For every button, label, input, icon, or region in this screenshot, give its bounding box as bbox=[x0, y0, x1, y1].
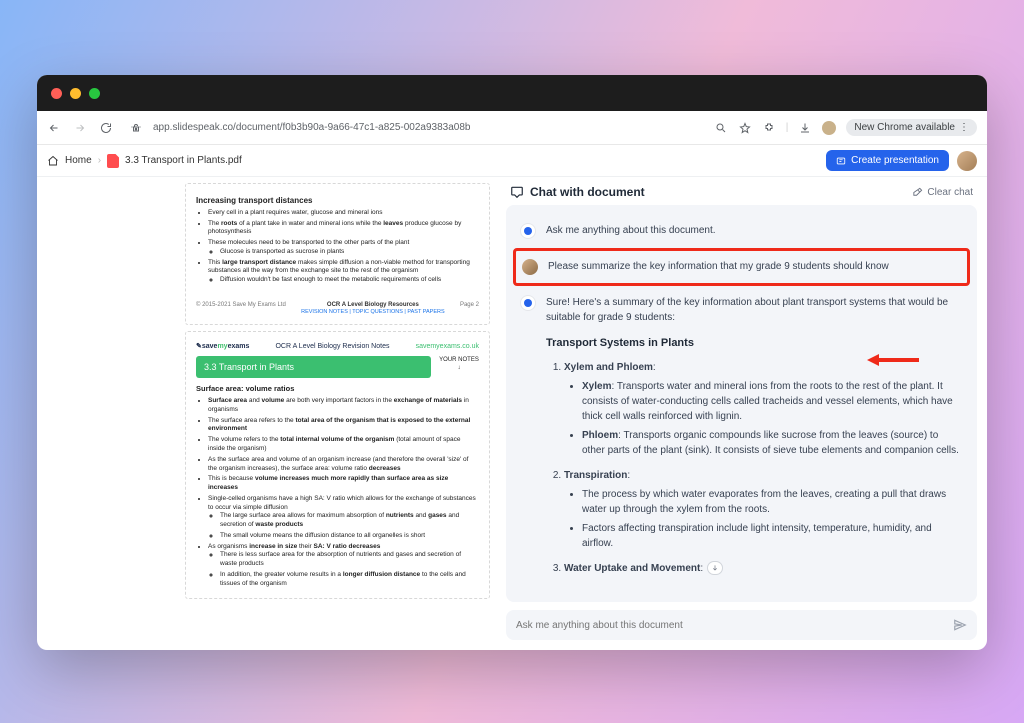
browser-window: app.slidespeak.co/document/f0b3b90a-9a66… bbox=[37, 75, 987, 650]
download-icon[interactable] bbox=[798, 121, 812, 135]
doc-site-link: savemyexams.co.uk bbox=[416, 342, 479, 351]
user-avatar-icon bbox=[522, 259, 538, 275]
content-area: Increasing transport distances Every cel… bbox=[37, 177, 987, 650]
bookmark-icon[interactable] bbox=[738, 121, 752, 135]
document-preview-column[interactable]: Increasing transport distances Every cel… bbox=[185, 177, 490, 640]
doc-text: Single-celled organisms have a high SA: … bbox=[208, 495, 479, 541]
message-text: Sure! Here's a summary of the key inform… bbox=[546, 295, 963, 584]
doc-section-banner: 3.3 Transport in Plants bbox=[196, 356, 431, 378]
eraser-icon bbox=[912, 187, 923, 198]
response-heading: Transport Systems in Plants bbox=[546, 335, 963, 352]
doc-text: The surface area refers to the total are… bbox=[208, 417, 479, 435]
doc-text: Diffusion wouldn't be fast enough to mee… bbox=[220, 276, 479, 285]
user-message-highlighted: Please summarize the key information tha… bbox=[514, 249, 969, 285]
doc-page: Increasing transport distances Every cel… bbox=[185, 183, 490, 325]
extensions-icon[interactable] bbox=[762, 121, 776, 135]
minimize-window-icon[interactable] bbox=[70, 88, 81, 99]
pdf-file-icon bbox=[107, 154, 119, 168]
reload-icon[interactable] bbox=[99, 121, 113, 135]
doc-text: The volume refers to the total internal … bbox=[208, 436, 479, 454]
send-icon[interactable] bbox=[953, 618, 967, 632]
chat-column: Chat with document Clear chat Ask me any… bbox=[506, 177, 977, 640]
doc-subtitle: OCR A Level Biology Revision Notes bbox=[275, 342, 389, 351]
chat-input-row bbox=[506, 610, 977, 640]
doc-text: These molecules need to be transported t… bbox=[208, 239, 479, 257]
doc-text: This is because volume increases much mo… bbox=[208, 475, 479, 493]
doc-footer-left: © 2015-2021 Save My Exams Ltd bbox=[196, 301, 286, 309]
doc-text: Every cell in a plant requires water, gl… bbox=[208, 209, 479, 218]
doc-text: In addition, the greater volume results … bbox=[220, 571, 479, 589]
breadcrumb-file[interactable]: 3.3 Transport in Plants.pdf bbox=[125, 155, 242, 166]
create-presentation-label: Create presentation bbox=[851, 155, 939, 166]
list-item: Xylem and Phloem: Xylem: Transports wate… bbox=[564, 360, 963, 458]
doc-text: Surface area and volume are both very im… bbox=[208, 397, 479, 415]
doc-text: As organisms increase in size their SA: … bbox=[208, 543, 479, 589]
ai-avatar-icon bbox=[520, 223, 536, 239]
list-item: The process by which water evaporates fr… bbox=[582, 487, 963, 517]
message-text: Please summarize the key information tha… bbox=[548, 259, 961, 275]
chevron-right-icon: › bbox=[98, 155, 101, 166]
site-info-icon[interactable] bbox=[129, 121, 143, 135]
doc-footer-right: Page 2 bbox=[460, 301, 479, 309]
doc-text: The roots of a plant take in water and m… bbox=[208, 220, 479, 238]
ai-message: Sure! Here's a summary of the key inform… bbox=[520, 287, 963, 592]
scroll-down-button[interactable] bbox=[707, 561, 723, 575]
doc-page: ✎savemyexams OCR A Level Biology Revisio… bbox=[185, 331, 490, 599]
user-avatar[interactable] bbox=[957, 151, 977, 171]
doc-text: This large transport distance makes simp… bbox=[208, 259, 479, 285]
chrome-update-badge[interactable]: New Chrome available ⋮ bbox=[846, 119, 977, 136]
doc-brand: ✎savemyexams bbox=[196, 342, 249, 351]
titlebar bbox=[37, 75, 987, 111]
home-icon[interactable] bbox=[47, 155, 59, 167]
list-item: Xylem: Transports water and mineral ions… bbox=[582, 379, 963, 424]
kebab-menu-icon: ⋮ bbox=[959, 122, 969, 133]
zoom-icon[interactable] bbox=[714, 121, 728, 135]
chat-title: Chat with document bbox=[510, 185, 645, 199]
maximize-window-icon[interactable] bbox=[89, 88, 100, 99]
list-item: Transpiration: The process by which wate… bbox=[564, 468, 963, 551]
annotation-arrow-icon bbox=[867, 354, 919, 366]
chrome-update-label: New Chrome available bbox=[854, 122, 955, 133]
doc-heading: Increasing transport distances bbox=[196, 196, 479, 207]
close-window-icon[interactable] bbox=[51, 88, 62, 99]
url-text[interactable]: app.slidespeak.co/document/f0b3b90a-9a66… bbox=[153, 122, 704, 133]
chat-bubble-icon bbox=[510, 185, 524, 199]
chat-messages[interactable]: Ask me anything about this document. Ple… bbox=[506, 205, 977, 602]
doc-text: As the surface area and volume of an org… bbox=[208, 456, 479, 474]
app-toolbar: Home › 3.3 Transport in Plants.pdf Creat… bbox=[37, 145, 987, 177]
clear-chat-button[interactable]: Clear chat bbox=[912, 187, 973, 198]
list-item: Factors affecting transpiration include … bbox=[582, 521, 963, 551]
create-presentation-button[interactable]: Create presentation bbox=[826, 150, 949, 171]
ai-avatar-icon bbox=[520, 295, 536, 311]
list-item: Water Uptake and Movement: bbox=[564, 561, 963, 576]
ai-message: Ask me anything about this document. bbox=[520, 215, 963, 247]
doc-footer-center: OCR A Level Biology Resources REVISION N… bbox=[301, 301, 445, 317]
doc-text: The large surface area allows for maximu… bbox=[220, 512, 479, 530]
back-icon[interactable] bbox=[47, 121, 61, 135]
doc-heading: Surface area: volume ratios bbox=[196, 384, 479, 394]
breadcrumb: Home › 3.3 Transport in Plants.pdf bbox=[47, 154, 242, 168]
doc-text: Glucose is transported as sucrose in pla… bbox=[220, 248, 479, 257]
message-text: Ask me anything about this document. bbox=[546, 223, 963, 239]
doc-notes-label: YOUR NOTES↓ bbox=[439, 356, 479, 372]
chat-input[interactable] bbox=[516, 620, 953, 631]
profile-avatar-icon[interactable] bbox=[822, 121, 836, 135]
doc-text: There is less surface area for the absor… bbox=[220, 551, 479, 569]
sparkle-icon bbox=[836, 156, 846, 166]
forward-icon[interactable] bbox=[73, 121, 87, 135]
doc-text: The small volume means the diffusion dis… bbox=[220, 532, 479, 541]
url-bar: app.slidespeak.co/document/f0b3b90a-9a66… bbox=[37, 111, 987, 145]
list-item: Phloem: Transports organic compounds lik… bbox=[582, 428, 963, 458]
breadcrumb-home[interactable]: Home bbox=[65, 155, 92, 166]
